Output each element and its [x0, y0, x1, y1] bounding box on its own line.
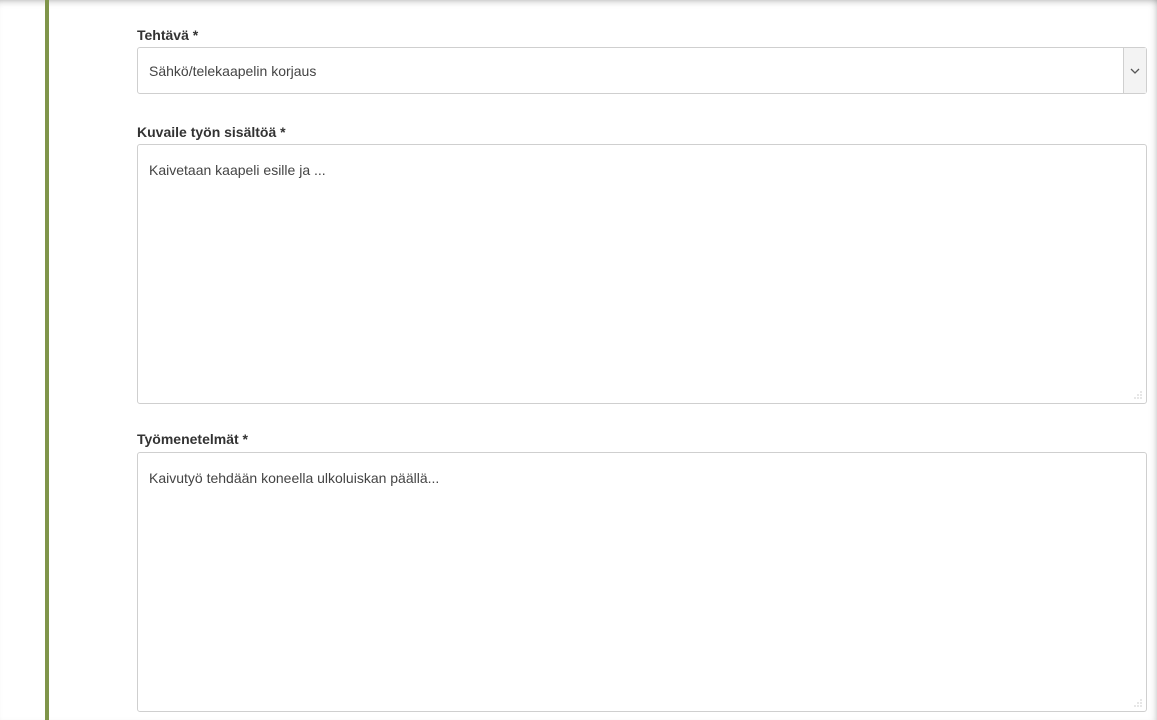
work-description-text: Kaivetaan kaapeli esille ja ... [149, 162, 326, 178]
form-panel: Tehtävä * Sähkö/telekaapelin korjaus Kuv… [0, 0, 1157, 720]
resize-grip-icon[interactable] [1134, 699, 1142, 707]
work-description-label: Kuvaile työn sisältöä * [137, 124, 286, 140]
select-arrow-button[interactable] [1123, 48, 1146, 93]
chevron-down-icon [1130, 68, 1140, 74]
work-methods-label: Työmenetelmät * [137, 431, 248, 447]
task-select[interactable]: Sähkö/telekaapelin korjaus [137, 47, 1147, 94]
resize-grip-icon[interactable] [1134, 391, 1142, 399]
accent-bar [45, 0, 49, 720]
work-methods-textarea[interactable]: Kaivutyö tehdään koneella ulkoluiskan pä… [137, 452, 1147, 712]
work-description-textarea[interactable]: Kaivetaan kaapeli esille ja ... [137, 144, 1147, 404]
work-methods-text: Kaivutyö tehdään koneella ulkoluiskan pä… [149, 470, 440, 486]
task-select-value: Sähkö/telekaapelin korjaus [149, 63, 317, 79]
task-label: Tehtävä * [137, 27, 199, 43]
